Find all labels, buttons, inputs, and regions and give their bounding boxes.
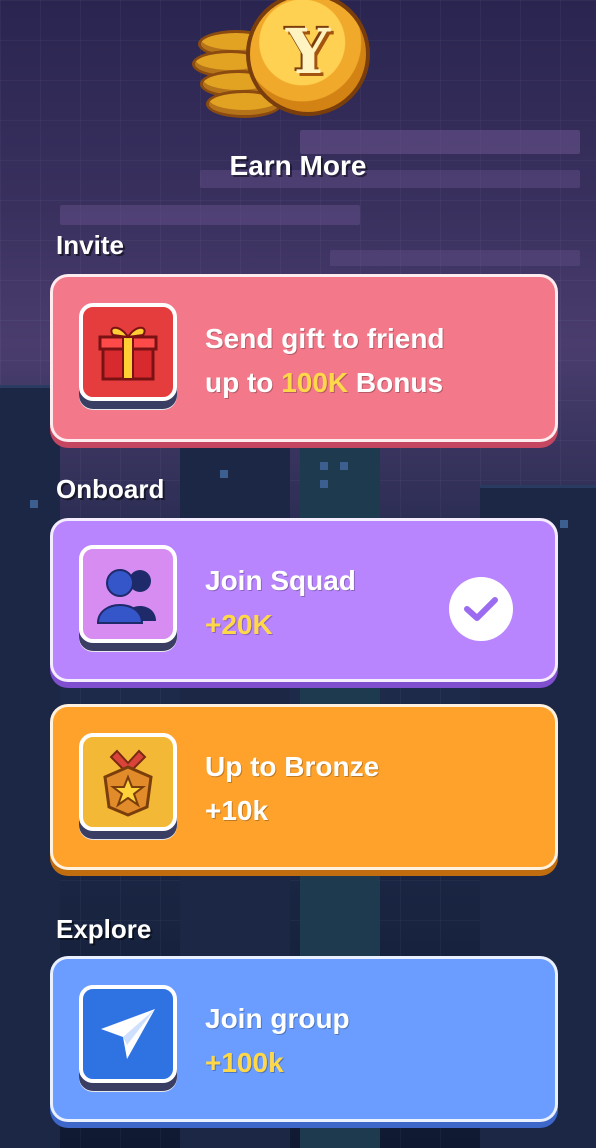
section-label-invite: Invite bbox=[56, 230, 124, 260]
background-cloud bbox=[330, 250, 580, 266]
up-to-bronze-text: Up to Bronze +10k bbox=[205, 745, 379, 833]
join-group-title: Join group bbox=[205, 1003, 350, 1034]
up-to-bronze-reward: +10k bbox=[205, 795, 269, 826]
invite-prefix: up to bbox=[205, 367, 274, 398]
invite-suffix: Bonus bbox=[355, 367, 444, 398]
join-group-card[interactable]: Join group +100k bbox=[50, 956, 558, 1122]
invite-text: Send gift to friend up to 100K Bonus bbox=[205, 317, 445, 405]
invite-line-1: Send gift to friend bbox=[205, 323, 445, 354]
medal-icon bbox=[79, 733, 177, 831]
join-squad-text: Join Squad +20K bbox=[205, 559, 356, 647]
join-squad-card[interactable]: Join Squad +20K bbox=[50, 518, 558, 682]
up-to-bronze-card[interactable]: Up to Bronze +10k bbox=[50, 704, 558, 870]
background-window bbox=[30, 500, 38, 508]
coin-logo: Y bbox=[190, 0, 370, 120]
background-window bbox=[320, 480, 328, 488]
background-window bbox=[340, 462, 348, 470]
invite-card[interactable]: Send gift to friend up to 100K Bonus bbox=[50, 274, 558, 442]
join-group-reward: +100k bbox=[205, 1047, 284, 1078]
join-squad-reward: +20K bbox=[205, 609, 273, 640]
invite-line-2: up to 100K Bonus bbox=[205, 361, 445, 405]
group-icon bbox=[79, 545, 177, 643]
coin-letter: Y bbox=[285, 14, 331, 88]
paper-plane-icon bbox=[79, 985, 177, 1083]
gift-icon bbox=[79, 303, 177, 401]
check-icon bbox=[449, 577, 513, 641]
background-cloud bbox=[60, 205, 360, 225]
join-squad-title: Join Squad bbox=[205, 565, 356, 596]
background-window bbox=[560, 520, 568, 528]
up-to-bronze-title: Up to Bronze bbox=[205, 751, 380, 782]
invite-bonus-amount: 100K bbox=[281, 367, 349, 398]
y-coin-icon: Y bbox=[246, 0, 370, 116]
join-group-text: Join group +100k bbox=[205, 997, 350, 1085]
background-window bbox=[320, 462, 328, 470]
page-title: Earn More bbox=[229, 150, 367, 181]
background-window bbox=[220, 470, 228, 478]
section-label-onboard: Onboard bbox=[56, 474, 165, 504]
section-label-explore: Explore bbox=[56, 914, 152, 944]
